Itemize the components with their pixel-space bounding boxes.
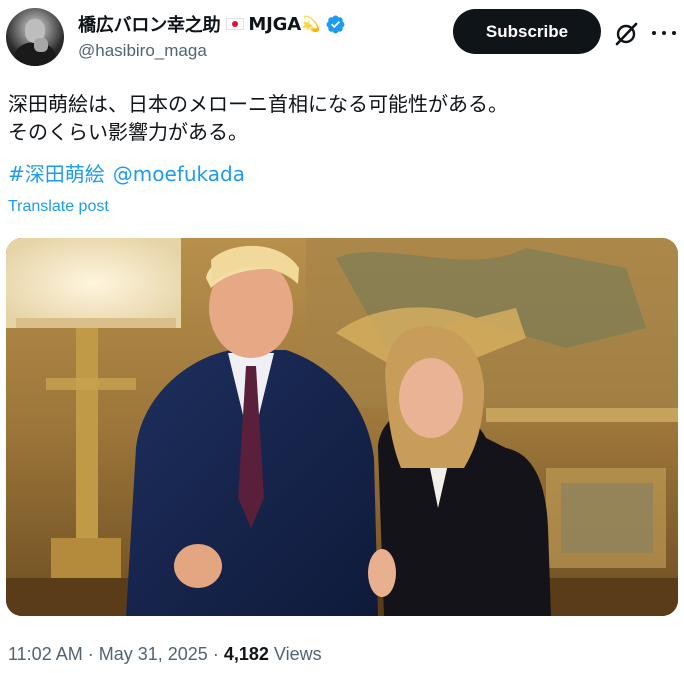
- meta-separator: ·: [212, 644, 219, 664]
- dizzy-star-emoji-icon: 💫: [301, 15, 321, 33]
- author-name-suffix[interactable]: MJGA: [248, 14, 301, 35]
- more-dot: [662, 31, 666, 35]
- avatar-figure-fist: [34, 38, 48, 52]
- mention-link[interactable]: @moefukada: [113, 162, 245, 186]
- author-avatar[interactable]: [6, 8, 64, 66]
- views-label: Views: [273, 644, 322, 664]
- tweet-text-line: 深田萌絵は、日本のメローニ首相になる可能性がある。: [8, 92, 508, 116]
- tweet-meta: 11:02 AM · May 31, 2025 · 4,182 Views: [8, 644, 322, 665]
- tweet-date[interactable]: May 31, 2025: [99, 644, 208, 664]
- hashtag-link[interactable]: #深田萌絵: [8, 162, 105, 186]
- author-handle[interactable]: @hasibiro_maga: [78, 41, 207, 61]
- tweet-time[interactable]: 11:02 AM: [8, 644, 83, 664]
- meta-separator: ·: [87, 644, 94, 664]
- tweet-header: 橋広バロン幸之助 MJGA 💫 @hasibiro_maga Subscribe: [0, 0, 684, 80]
- verified-badge-icon[interactable]: [325, 14, 346, 35]
- more-dot: [652, 31, 656, 35]
- japan-flag-icon: [226, 18, 245, 30]
- tweet-photo[interactable]: [6, 238, 678, 616]
- translate-post-link[interactable]: Translate post: [8, 198, 109, 216]
- tweet-links: #深田萌絵 @moefukada: [8, 160, 253, 188]
- author-display-name[interactable]: 橋広バロン幸之助: [78, 11, 221, 37]
- photo-illustration: [6, 238, 678, 616]
- views-count: 4,182: [223, 644, 269, 664]
- more-icon[interactable]: [652, 22, 676, 44]
- tweet-text: 深田萌絵は、日本のメローニ首相になる可能性がある。 そのくらい影響力がある。: [8, 90, 508, 146]
- tweet-text-line: そのくらい影響力がある。: [8, 120, 248, 144]
- more-dot: [672, 31, 676, 35]
- grok-icon[interactable]: [613, 21, 639, 47]
- subscribe-button[interactable]: Subscribe: [453, 9, 601, 54]
- author-name-row[interactable]: 橋広バロン幸之助 MJGA 💫: [78, 11, 346, 37]
